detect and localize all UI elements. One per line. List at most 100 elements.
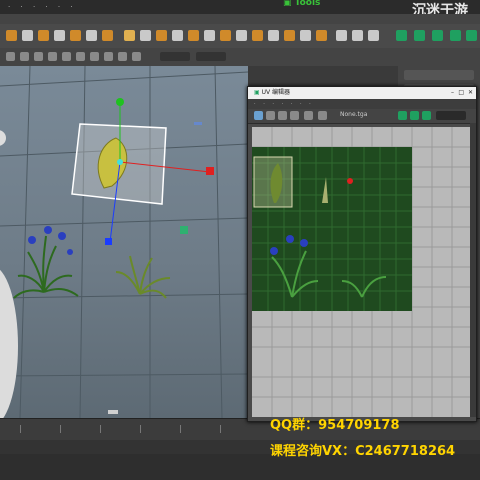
timeline-tick	[220, 425, 221, 433]
uv-toolbar: None.tga	[248, 109, 476, 124]
pivot-handle[interactable]	[180, 226, 188, 234]
white-rock[interactable]	[0, 266, 18, 418]
timeline-tick	[60, 425, 61, 433]
uv-pivot-marker[interactable]	[347, 178, 353, 184]
shelf-tool-icon[interactable]	[466, 30, 477, 41]
uv-side-toolbar	[470, 123, 476, 417]
blue-flower	[44, 226, 52, 234]
uv-window-title: UV 编辑器	[261, 89, 290, 96]
shelf-tool-icon[interactable]	[172, 30, 183, 41]
uv-editor-titlebar[interactable]: ▣ UV 编辑器 – □ ✕	[248, 87, 476, 99]
viewport-scene	[0, 66, 248, 418]
shelf-tool-icon[interactable]	[432, 30, 443, 41]
shelf-tool-icon[interactable]	[300, 30, 311, 41]
perspective-viewport[interactable]	[0, 66, 248, 418]
shelf-tool-icon[interactable]	[22, 30, 33, 41]
shelf-tool-icon[interactable]	[220, 30, 231, 41]
uv-menu-item[interactable]: ·	[291, 101, 293, 107]
grass-clump[interactable]	[115, 255, 171, 299]
manipulator-x-handle[interactable]	[206, 167, 214, 175]
panel-tool-icon[interactable]	[104, 52, 113, 61]
panel-row[interactable]	[404, 70, 474, 80]
panel-tool-icon[interactable]	[20, 52, 29, 61]
uv-tool-icon[interactable]	[278, 111, 287, 120]
maximize-icon[interactable]: □	[458, 87, 464, 99]
blue-flower-uv	[270, 247, 278, 255]
small-label	[108, 410, 118, 414]
uv-slider[interactable]	[436, 111, 466, 120]
uv-tool-icon[interactable]	[398, 111, 407, 120]
menu-item[interactable]: ·	[45, 0, 47, 14]
panel-tool-icon[interactable]	[132, 52, 141, 61]
shelf-tool-icon[interactable]	[140, 30, 151, 41]
uv-menu-item[interactable]: ·	[282, 101, 284, 107]
shelf-tool-icon[interactable]	[188, 30, 199, 41]
uv-window-icon: ▣	[254, 89, 260, 96]
panel-tool-icon[interactable]	[6, 52, 15, 61]
uv-menu-item[interactable]: ·	[263, 101, 265, 107]
shelf-tool-icon[interactable]	[284, 30, 295, 41]
main-menubar: · · · · · ·	[0, 0, 480, 14]
menu-item[interactable]: ·	[58, 0, 60, 14]
shelf-tool-icon[interactable]	[396, 30, 407, 41]
panel-toolbar	[0, 48, 480, 66]
menu-item[interactable]: ·	[33, 0, 35, 14]
shelf-tool-icon[interactable]	[368, 30, 379, 41]
uv-editor-window[interactable]: ▣ UV 编辑器 – □ ✕ · · · · · · · None.tga	[247, 86, 477, 422]
partial-object[interactable]	[0, 130, 6, 146]
uv-tool-icon[interactable]	[290, 111, 299, 120]
shelf-tool-icon[interactable]	[336, 30, 347, 41]
uv-tool-icon[interactable]	[410, 111, 419, 120]
course-contact-text: 课程咨询VX：C2467718264	[270, 444, 456, 459]
uv-menu-item[interactable]: ·	[309, 101, 311, 107]
menu-item[interactable]: ·	[8, 0, 10, 14]
manipulator-y-handle[interactable]	[116, 98, 124, 106]
shelf-tool-icon[interactable]	[352, 30, 363, 41]
shelf-tool-icon[interactable]	[268, 30, 279, 41]
blue-flower	[67, 249, 73, 255]
shelf-tool-icon[interactable]	[450, 30, 461, 41]
shelf-tool-icon[interactable]	[124, 30, 135, 41]
minimize-icon[interactable]: –	[451, 87, 454, 99]
shelf-tool-icon[interactable]	[6, 30, 17, 41]
shelf-tool-icon[interactable]	[204, 30, 215, 41]
shelf-tool-icon[interactable]	[414, 30, 425, 41]
panel-tool-icon[interactable]	[34, 52, 43, 61]
shelf-tool-icon[interactable]	[252, 30, 263, 41]
panel-tool-icon[interactable]	[62, 52, 71, 61]
manipulator-z-handle[interactable]	[105, 238, 112, 245]
blue-flower-uv	[286, 235, 294, 243]
uv-tool-icon[interactable]	[304, 111, 313, 120]
uv-menu-item[interactable]: ·	[300, 101, 302, 107]
status-line	[0, 14, 480, 24]
uv-tool-icon[interactable]	[266, 111, 275, 120]
uv-texture-tile[interactable]	[252, 147, 412, 311]
uv-menu-item[interactable]: ·	[254, 101, 256, 107]
panel-tool-icon[interactable]	[48, 52, 57, 61]
timeline-tick	[180, 425, 181, 433]
uv-tool-icon[interactable]	[318, 111, 327, 120]
shelf-toolbar	[0, 24, 480, 49]
shelf-tool-icon[interactable]	[70, 30, 81, 41]
shelf-tool-icon[interactable]	[236, 30, 247, 41]
uv-menu-item[interactable]: ·	[272, 101, 274, 107]
uv-tool-icon[interactable]	[422, 111, 431, 120]
close-icon[interactable]: ✕	[468, 87, 473, 99]
uv-texture-file[interactable]: None.tga	[340, 111, 367, 118]
shelf-tool-icon[interactable]	[102, 30, 113, 41]
menu-item[interactable]: ·	[20, 0, 22, 14]
shelf-tool-icon[interactable]	[316, 30, 327, 41]
shelf-tool-icon[interactable]	[86, 30, 97, 41]
panel-field[interactable]	[196, 52, 226, 61]
shelf-tool-icon[interactable]	[54, 30, 65, 41]
shelf-tool-icon[interactable]	[156, 30, 167, 41]
uv-tool-icon[interactable]	[254, 111, 263, 120]
manipulator-center[interactable]	[117, 159, 123, 165]
panel-tool-icon[interactable]	[118, 52, 127, 61]
panel-tool-icon[interactable]	[90, 52, 99, 61]
menu-item[interactable]: ·	[70, 0, 72, 14]
grass-uv-clump	[271, 250, 387, 298]
shelf-tool-icon[interactable]	[38, 30, 49, 41]
panel-tool-icon[interactable]	[76, 52, 85, 61]
panel-field[interactable]	[160, 52, 190, 61]
